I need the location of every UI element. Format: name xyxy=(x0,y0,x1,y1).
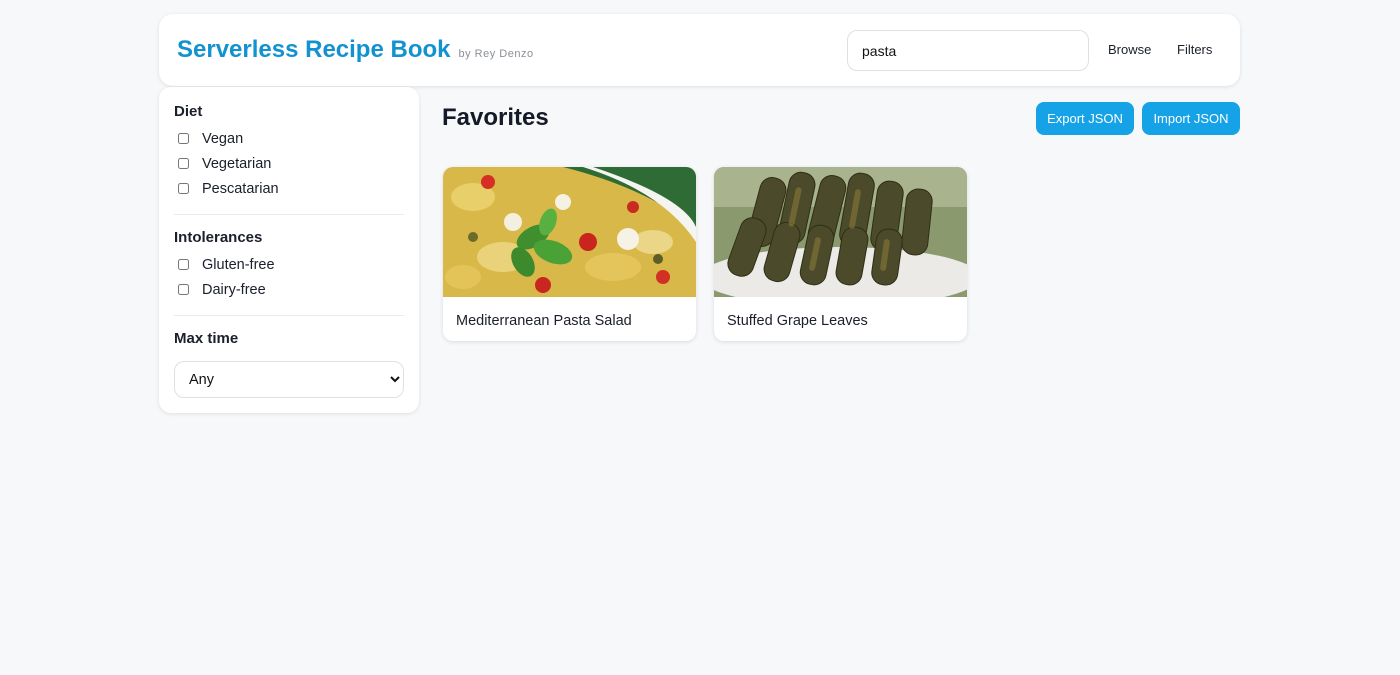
vegetarian-checkbox[interactable] xyxy=(178,158,189,169)
brand: Serverless Recipe Book by Rey Denzo xyxy=(177,36,534,64)
diet-heading: Diet xyxy=(174,103,203,120)
intolerances-heading: Intolerances xyxy=(174,229,263,246)
option-label: Vegan xyxy=(202,130,244,147)
nav-filters-link[interactable]: Filters xyxy=(1177,42,1212,57)
diet-option-pescatarian[interactable]: Pescatarian xyxy=(174,176,404,201)
max-time-heading: Max time xyxy=(174,330,239,347)
recipe-card[interactable]: Mediterranean Pasta Salad xyxy=(443,167,696,341)
recipe-image-pasta-salad xyxy=(443,167,696,297)
search-input[interactable] xyxy=(847,30,1089,71)
recipe-title[interactable]: Stuffed Grape Leaves xyxy=(727,313,868,329)
top-bar: Serverless Recipe Book by Rey Denzo Brow… xyxy=(159,14,1240,86)
option-label: Pescatarian xyxy=(202,180,279,197)
export-json-button[interactable]: Export JSON xyxy=(1036,102,1134,135)
filters-sidebar: Diet Vegan Vegetarian Pescatarian Intole… xyxy=(159,87,419,413)
gluten-free-checkbox[interactable] xyxy=(178,259,189,270)
dairy-free-checkbox[interactable] xyxy=(178,284,189,295)
option-label: Vegetarian xyxy=(202,155,272,172)
page-title: Favorites xyxy=(442,104,549,131)
pescatarian-checkbox[interactable] xyxy=(178,183,189,194)
recipe-title[interactable]: Mediterranean Pasta Salad xyxy=(456,313,632,329)
option-label: Gluten-free xyxy=(202,256,275,273)
option-label: Dairy-free xyxy=(202,281,266,298)
diet-option-vegan[interactable]: Vegan xyxy=(174,126,404,151)
divider xyxy=(174,315,404,316)
intolerance-option-dairy-free[interactable]: Dairy-free xyxy=(174,277,404,302)
max-time-select[interactable]: Any xyxy=(174,361,404,398)
import-json-button[interactable]: Import JSON xyxy=(1142,102,1240,135)
recipe-image-grape-leaves xyxy=(714,167,967,297)
diet-option-vegetarian[interactable]: Vegetarian xyxy=(174,151,404,176)
divider xyxy=(174,214,404,215)
app-subtitle: by Rey Denzo xyxy=(458,48,534,60)
nav-browse-link[interactable]: Browse xyxy=(1108,42,1151,57)
vegan-checkbox[interactable] xyxy=(178,133,189,144)
recipe-card[interactable]: Stuffed Grape Leaves xyxy=(714,167,967,341)
app-title[interactable]: Serverless Recipe Book xyxy=(177,36,450,64)
intolerance-option-gluten-free[interactable]: Gluten-free xyxy=(174,252,404,277)
